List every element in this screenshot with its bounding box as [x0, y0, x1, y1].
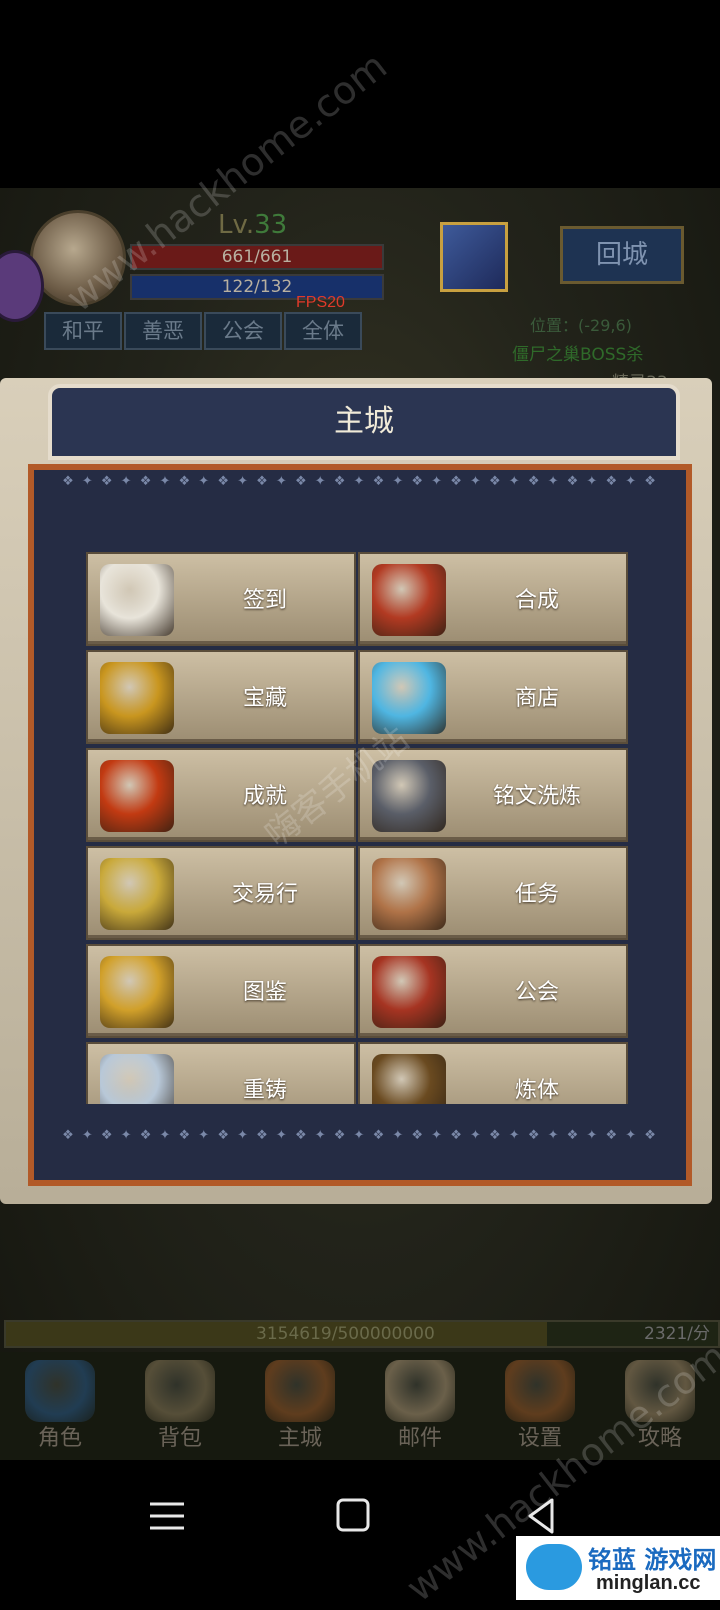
- nav-label: 邮件: [397, 1426, 442, 1451]
- logo-subtitle: minglan.cc: [596, 1572, 701, 1594]
- menu-tile[interactable]: 任务: [358, 846, 628, 940]
- menu-tile-label: 炼体: [514, 1078, 559, 1103]
- pentagram-scroll-icon: [100, 760, 174, 832]
- menu-tile[interactable]: 交易行: [86, 846, 356, 940]
- menu-tile[interactable]: 宝藏: [86, 650, 356, 744]
- mode-tab-good-evil[interactable]: 善恶: [124, 312, 202, 350]
- logo-title: 铭蓝 游戏网: [588, 1546, 717, 1574]
- statue-icon: [372, 1054, 446, 1104]
- mp-bar: 122/132: [130, 274, 384, 300]
- fps-counter: FPS20: [296, 294, 345, 311]
- nav-label: 角色: [37, 1426, 82, 1451]
- gift-box-icon[interactable]: [440, 222, 508, 292]
- bag-icon: [145, 1360, 215, 1422]
- mode-tab-all[interactable]: 全体: [284, 312, 362, 350]
- quest-scroll-icon: [372, 858, 446, 930]
- menu-tile-label: 重铸: [242, 1078, 287, 1103]
- menu-tile-label: 任务: [514, 882, 559, 907]
- menu-tile-label: 商店: [514, 686, 559, 711]
- crystal-icon: [100, 1054, 174, 1104]
- nav-label: 背包: [157, 1426, 202, 1451]
- level-prefix: Lv.: [218, 210, 255, 240]
- menu-tile[interactable]: 公会: [358, 944, 628, 1038]
- site-logo: 铭蓝 游戏网 minglan.cc: [516, 1536, 720, 1600]
- treasure-chest-icon: [100, 662, 174, 734]
- menu-tile-label: 交易行: [231, 882, 298, 907]
- ornament-top: ❖ ✦ ❖ ✦ ❖ ✦ ❖ ✦ ❖ ✦ ❖ ✦ ❖ ✦ ❖ ✦ ❖ ✦ ❖ ✦ …: [62, 474, 658, 489]
- nav-item[interactable]: 邮件: [360, 1352, 480, 1460]
- cloud-logo-icon: [526, 1544, 582, 1590]
- red-scroll-tube-icon: [372, 564, 446, 636]
- menu-tile[interactable]: 合成: [358, 552, 628, 646]
- boss-notice: 僵尸之巢BOSS杀: [512, 345, 644, 365]
- menu-tile-label: 铭文洗炼: [492, 784, 581, 809]
- menu-tile[interactable]: 图鉴: [86, 944, 356, 1038]
- player-level: Lv.33: [218, 210, 287, 240]
- nav-item[interactable]: 主城: [240, 1352, 360, 1460]
- nav-item[interactable]: 角色: [0, 1352, 120, 1460]
- gear-icon: [505, 1360, 575, 1422]
- menu-grid[interactable]: 签到 合成 宝藏 商店 成就 铭文洗炼 交易行 任务 图鉴 公会 重铸 炼体: [86, 552, 634, 1104]
- guild-banner-icon: [372, 956, 446, 1028]
- quill-paper-icon: [100, 564, 174, 636]
- menu-tile[interactable]: 重铸: [86, 1042, 356, 1104]
- castle-emblem-icon: [265, 1360, 335, 1422]
- nav-label: 主城: [277, 1426, 322, 1451]
- menu-tile-label: 图鉴: [242, 980, 287, 1005]
- gold-bars-icon: [100, 858, 174, 930]
- mail-icon: [385, 1360, 455, 1422]
- experience-bar: 3154619/500000000 2321/分: [4, 1320, 720, 1348]
- menu-tile-label: 签到: [242, 588, 287, 613]
- menu-tile-label: 合成: [514, 588, 559, 613]
- jeweled-book-icon: [100, 956, 174, 1028]
- ornament-bottom: ❖ ✦ ❖ ✦ ❖ ✦ ❖ ✦ ❖ ✦ ❖ ✦ ❖ ✦ ❖ ✦ ❖ ✦ ❖ ✦ …: [62, 1128, 658, 1143]
- menu-icon[interactable]: [150, 1502, 184, 1530]
- position-readout: 位置：(-29,6): [530, 316, 632, 335]
- dialog-title: 主城: [48, 384, 680, 460]
- menu-tile[interactable]: 签到: [86, 552, 356, 646]
- mode-tab-guild[interactable]: 公会: [204, 312, 282, 350]
- return-city-button[interactable]: 回城: [560, 226, 684, 284]
- menu-tile[interactable]: 炼体: [358, 1042, 628, 1104]
- menu-tile-label: 宝藏: [242, 686, 287, 711]
- home-icon[interactable]: [336, 1498, 370, 1532]
- experience-text: 3154619/500000000: [256, 1324, 435, 1344]
- menu-tile-label: 公会: [514, 980, 559, 1005]
- level-value: 33: [254, 210, 288, 240]
- nav-item[interactable]: 背包: [120, 1352, 240, 1460]
- character-icon: [25, 1360, 95, 1422]
